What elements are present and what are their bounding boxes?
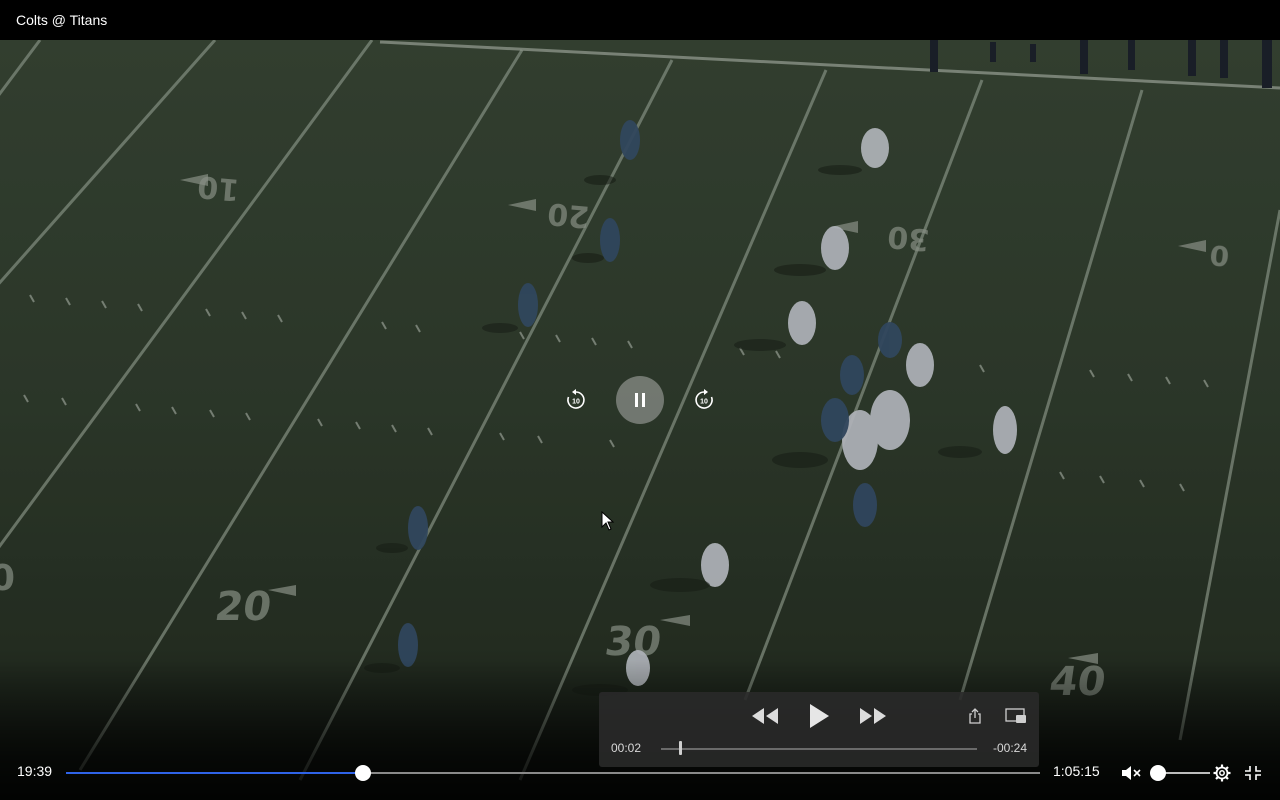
share-button[interactable]	[965, 706, 985, 726]
seek-bar-thumb[interactable]	[355, 765, 372, 781]
skip-back-10-button[interactable]: 10	[562, 386, 590, 414]
mini-elapsed-time: 00:02	[611, 741, 642, 755]
exit-fullscreen-icon	[1245, 766, 1261, 780]
settings-button[interactable]	[1213, 764, 1231, 782]
elapsed-time: 19:39	[17, 763, 53, 779]
picture-in-picture-button[interactable]	[1005, 707, 1027, 725]
svg-text:10: 10	[700, 399, 708, 406]
title-bar: Colts @ Titans	[0, 0, 1280, 40]
skip-forward-10-icon: 10	[695, 389, 713, 409]
fast-forward-icon	[860, 708, 886, 724]
share-icon	[969, 708, 981, 724]
seek-bar[interactable]	[66, 772, 1040, 774]
seek-bar-progress	[66, 772, 364, 774]
svg-text:10: 10	[572, 399, 580, 406]
rewind-icon	[752, 708, 778, 724]
volume-slider-thumb[interactable]	[1150, 765, 1166, 781]
mini-transport-panel: 00:02 -00:24	[599, 692, 1039, 767]
skip-forward-10-button[interactable]: 10	[690, 386, 718, 414]
video-title: Colts @ Titans	[16, 12, 108, 28]
speaker-muted-icon	[1122, 766, 1141, 780]
play-icon	[810, 704, 829, 728]
exit-fullscreen-button[interactable]	[1243, 764, 1263, 782]
total-duration: 1:05:15	[1053, 763, 1100, 779]
mini-scrubber-track[interactable]	[661, 748, 977, 750]
play-button[interactable]	[805, 702, 833, 730]
mini-remaining-time: -00:24	[992, 741, 1027, 755]
rewind-button[interactable]	[749, 704, 781, 728]
pause-button[interactable]	[616, 376, 664, 424]
gear-icon	[1213, 764, 1231, 782]
mute-button[interactable]	[1121, 764, 1141, 782]
skip-back-10-icon: 10	[567, 389, 585, 409]
picture-in-picture-icon	[1005, 708, 1026, 723]
fast-forward-button[interactable]	[857, 704, 889, 728]
mini-scrubber-thumb[interactable]	[679, 741, 682, 755]
mouse-cursor-icon	[601, 511, 615, 531]
pause-icon	[635, 393, 645, 407]
